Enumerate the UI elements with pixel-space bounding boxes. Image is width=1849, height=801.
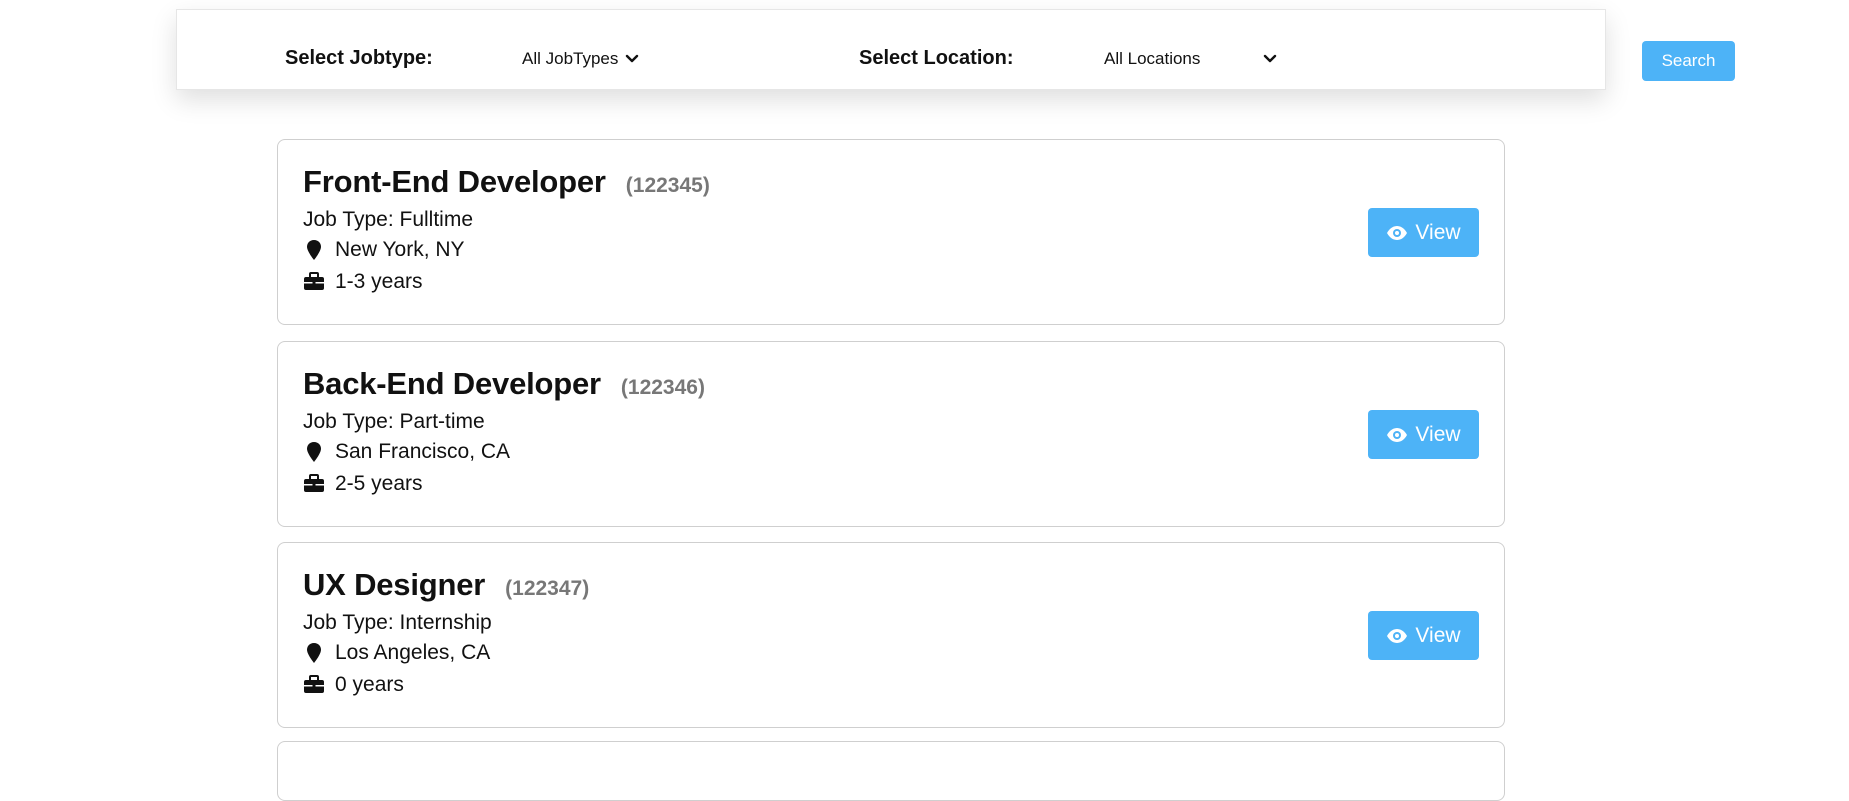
- job-id: (122346): [620, 376, 705, 399]
- job-experience-row: 1-3 years: [303, 270, 423, 294]
- job-experience: 0 years: [335, 673, 404, 696]
- chevron-down-icon: [626, 54, 639, 63]
- map-marker-icon: [307, 442, 321, 462]
- job-title: Front-End Developer: [303, 164, 606, 199]
- job-experience: 1-3 years: [335, 270, 423, 293]
- briefcase-icon: [304, 675, 324, 693]
- job-type: Job Type: Fulltime: [303, 208, 474, 231]
- job-location-row: New York, NY: [303, 238, 465, 262]
- search-button[interactable]: Search: [1642, 41, 1735, 81]
- job-id: (122345): [625, 174, 710, 197]
- job-title: UX Designer: [303, 567, 486, 602]
- view-button[interactable]: View: [1368, 208, 1479, 257]
- filter-bar: Select Jobtype: All JobTypes Select Loca…: [176, 9, 1735, 90]
- view-button[interactable]: View: [1368, 611, 1479, 660]
- job-card: Back-End Developer (122346) Job Type: Pa…: [277, 341, 1505, 527]
- job-location-row: San Francisco, CA: [303, 440, 510, 464]
- job-location: San Francisco, CA: [335, 440, 511, 463]
- job-id: (122347): [505, 577, 590, 600]
- job-type: Job Type: Part-time: [303, 410, 485, 433]
- eye-icon: [1387, 225, 1408, 240]
- job-title-row: Front-End Developer (122345): [303, 164, 710, 200]
- view-button-label: View: [1415, 623, 1461, 647]
- jobtype-select[interactable]: All JobTypes: [522, 46, 642, 72]
- location-select[interactable]: All Locations: [1104, 46, 1280, 72]
- location-select-value: All Locations: [1104, 49, 1201, 68]
- briefcase-icon: [304, 272, 324, 290]
- chevron-down-icon: [1264, 54, 1277, 63]
- job-experience-row: 0 years: [303, 673, 404, 697]
- job-experience-row: 2-5 years: [303, 472, 423, 496]
- view-button[interactable]: View: [1368, 410, 1479, 459]
- briefcase-icon: [304, 474, 324, 492]
- location-label: Select Location:: [859, 47, 1014, 69]
- map-marker-icon: [307, 240, 321, 260]
- job-experience: 2-5 years: [335, 472, 423, 495]
- job-title-row: Back-End Developer (122346): [303, 366, 705, 402]
- job-title-row: UX Designer (122347): [303, 567, 589, 603]
- job-card: Front-End Developer (122345) Job Type: F…: [277, 139, 1505, 325]
- jobtype-label: Select Jobtype:: [285, 47, 433, 69]
- job-title: Back-End Developer: [303, 366, 601, 401]
- eye-icon: [1387, 427, 1408, 442]
- job-card: UX Designer (122347) Job Type: Internshi…: [277, 542, 1505, 728]
- job-type: Job Type: Internship: [303, 611, 492, 634]
- job-location: New York, NY: [335, 238, 465, 261]
- job-location-row: Los Angeles, CA: [303, 641, 490, 665]
- view-button-label: View: [1415, 220, 1461, 244]
- map-marker-icon: [307, 643, 321, 663]
- eye-icon: [1387, 628, 1408, 643]
- view-button-label: View: [1415, 422, 1461, 446]
- job-location: Los Angeles, CA: [335, 641, 491, 664]
- job-card-partial: [277, 741, 1505, 801]
- jobtype-select-value: All JobTypes: [522, 49, 619, 68]
